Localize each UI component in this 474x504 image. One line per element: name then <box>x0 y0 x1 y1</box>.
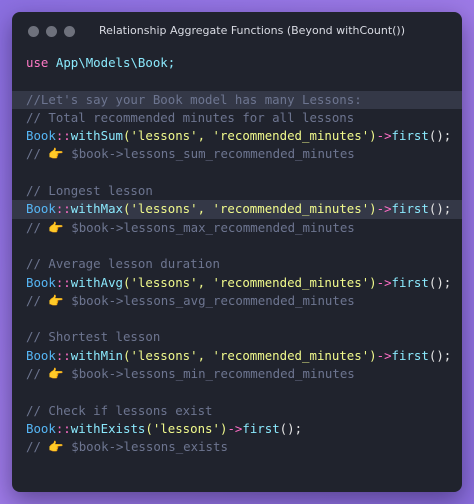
max-method: withMax <box>70 201 123 217</box>
avg-args: ('lessons', 'recommended_minutes') <box>122 274 377 290</box>
avg-class: Book <box>26 274 56 290</box>
code-line-comment-intro-highlighted: //Let's say your Book model has many Les… <box>12 90 462 109</box>
min-args: ('lessons', 'recommended_minutes') <box>122 347 377 363</box>
code-line-exists-comment: // Check if lessons exist <box>12 402 462 420</box>
code-line-avg-result: // 👉 $book->lessons_avg_recommended_minu… <box>12 292 462 310</box>
max-scope-op: :: <box>55 201 71 217</box>
max-first-call: first <box>391 201 429 217</box>
sum-tail: (); <box>428 128 452 144</box>
exists-class: Book <box>26 420 56 436</box>
avg-first-call: first <box>391 274 429 290</box>
max-tail: (); <box>428 201 452 217</box>
sum-result: // 👉 $book->lessons_sum_recommended_minu… <box>26 146 355 162</box>
code-line-max-comment: // Longest lesson <box>12 182 462 200</box>
sum-args: ('lessons', 'recommended_minutes') <box>122 128 377 144</box>
code-line-max-call-highlighted: Book::withMax('lessons', 'recommended_mi… <box>12 200 462 219</box>
min-method: withMin <box>70 347 123 363</box>
exists-comment: // Check if lessons exist <box>26 402 213 418</box>
min-scope-op: :: <box>55 347 71 363</box>
max-class: Book <box>26 201 56 217</box>
sum-scope-op: :: <box>55 128 71 144</box>
sum-comment: // Total recommended minutes for all les… <box>26 109 355 125</box>
code-line-avg-comment: // Average lesson duration <box>12 255 462 273</box>
avg-method: withAvg <box>70 274 123 290</box>
min-result: // 👉 $book->lessons_min_recommended_minu… <box>26 366 355 382</box>
avg-arrow: -> <box>376 274 392 290</box>
code-line-use: use App\Models\Book; <box>12 54 462 72</box>
code-block: use App\Models\Book; //Let's say your Bo… <box>12 54 462 457</box>
code-line-avg-call: Book::withAvg('lessons', 'recommended_mi… <box>12 274 462 292</box>
code-line-exists-result: // 👉 $book->lessons_exists <box>12 438 462 456</box>
min-comment: // Shortest lesson <box>26 329 161 345</box>
exists-method: withExists <box>70 420 146 436</box>
code-line-min-call: Book::withMin('lessons', 'recommended_mi… <box>12 347 462 365</box>
exists-scope-op: :: <box>55 420 71 436</box>
code-line-exists-call: Book::withExists('lessons')->first(); <box>12 420 462 438</box>
max-arrow: -> <box>376 201 392 217</box>
min-class: Book <box>26 347 56 363</box>
code-window: Relationship Aggregate Functions (Beyond… <box>12 12 462 492</box>
exists-first-call: first <box>242 420 280 436</box>
exists-result: // 👉 $book->lessons_exists <box>26 439 228 455</box>
min-arrow: -> <box>376 347 392 363</box>
use-keyword: use <box>26 55 49 70</box>
avg-result: // 👉 $book->lessons_avg_recommended_minu… <box>26 292 355 308</box>
exists-tail: (); <box>279 420 303 436</box>
code-line-min-result: // 👉 $book->lessons_min_recommended_minu… <box>12 365 462 383</box>
code-line-max-result: // 👉 $book->lessons_max_recommended_minu… <box>12 219 462 237</box>
exists-args: ('lessons') <box>145 420 228 436</box>
code-line-sum-call: Book::withSum('lessons', 'recommended_mi… <box>12 127 462 145</box>
window-title: Relationship Aggregate Functions (Beyond… <box>98 24 406 37</box>
code-line-sum-result: // 👉 $book->lessons_sum_recommended_minu… <box>12 145 462 163</box>
exists-arrow: -> <box>227 420 243 436</box>
max-result: // 👉 $book->lessons_max_recommended_minu… <box>26 219 355 235</box>
max-args: ('lessons', 'recommended_minutes') <box>122 201 377 217</box>
min-first-call: first <box>391 347 429 363</box>
sum-first-call: first <box>391 128 429 144</box>
title-bar: Relationship Aggregate Functions (Beyond… <box>12 12 462 52</box>
code-line-min-comment: // Shortest lesson <box>12 328 462 346</box>
min-tail: (); <box>428 347 452 363</box>
max-comment: // Longest lesson <box>26 183 153 199</box>
avg-tail: (); <box>428 274 452 290</box>
avg-comment: // Average lesson duration <box>26 256 220 272</box>
sum-method: withSum <box>70 128 123 144</box>
comment-intro: //Let's say your Book model has many Les… <box>26 91 362 107</box>
sum-class: Book <box>26 128 56 144</box>
sum-arrow: -> <box>376 128 392 144</box>
use-path: App\Models\Book; <box>55 55 176 70</box>
avg-scope-op: :: <box>55 274 71 290</box>
code-line-sum-comment: // Total recommended minutes for all les… <box>12 109 462 127</box>
